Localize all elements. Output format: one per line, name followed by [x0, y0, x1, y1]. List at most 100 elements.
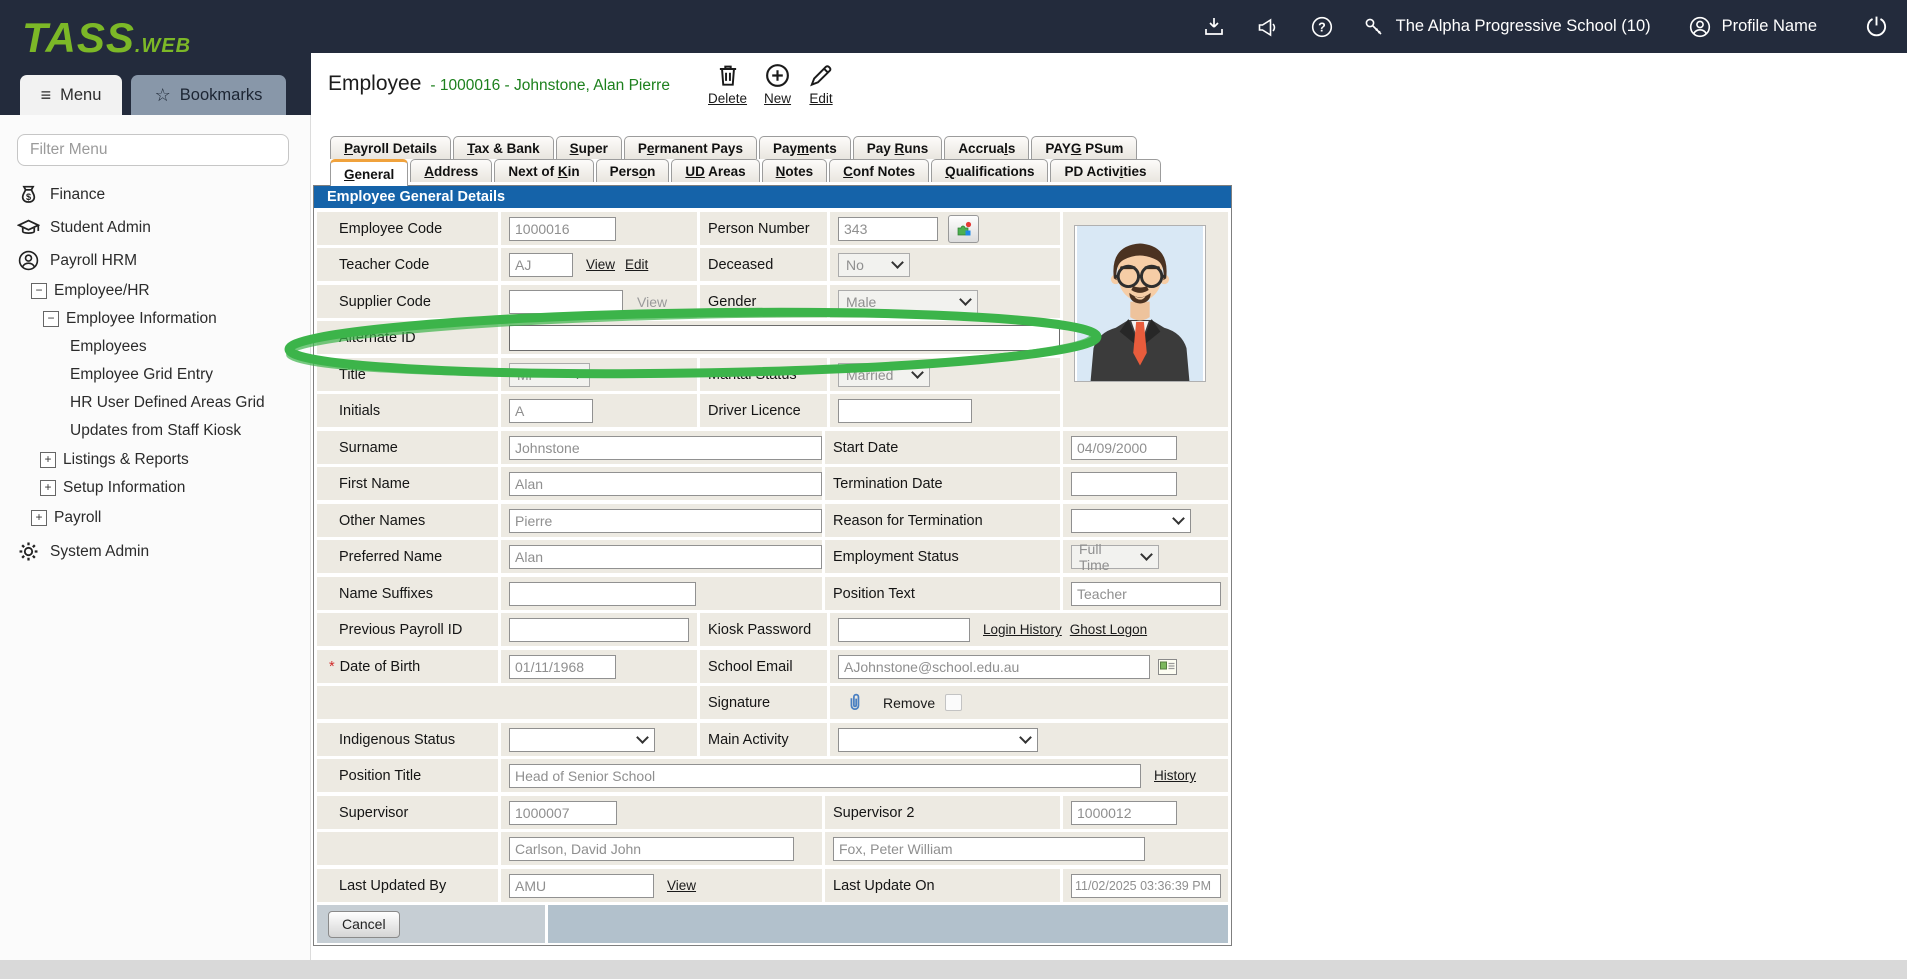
tab-permanent-pays[interactable]: Permanent Pays — [624, 136, 757, 159]
supervisor2-name-input[interactable] — [833, 837, 1145, 861]
driver-licence-input[interactable] — [838, 399, 972, 423]
last-update-on-input[interactable] — [1071, 874, 1221, 898]
marital-status-select[interactable]: Married — [838, 363, 930, 387]
school-email-input[interactable] — [838, 655, 1150, 679]
marital-status-cell: Married — [830, 358, 1060, 391]
collapse-icon[interactable]: − — [43, 311, 59, 327]
deceased-select[interactable]: No — [838, 253, 910, 277]
gender-select[interactable]: Male — [838, 290, 978, 314]
teacher-code-input[interactable] — [509, 253, 573, 277]
teacher-view-link[interactable]: View — [586, 257, 615, 272]
preferred-name-input[interactable] — [509, 545, 822, 569]
tab-notes[interactable]: Notes — [762, 159, 828, 182]
school-selector[interactable]: The Alpha Progressive School (10) — [1361, 14, 1651, 40]
profile-menu[interactable]: Profile Name — [1687, 14, 1817, 40]
employee-code-input[interactable] — [509, 217, 616, 241]
person-number-input[interactable] — [838, 217, 938, 241]
ghost-logon-link[interactable]: Ghost Logon — [1070, 622, 1147, 637]
employment-status-select[interactable]: Full Time — [1071, 545, 1159, 569]
sidebar-item-employee-grid-entry[interactable]: Employee Grid Entry — [0, 361, 311, 388]
tab-tax-bank[interactable]: Tax & Bank — [453, 136, 554, 159]
alternate-id-input[interactable] — [509, 325, 1060, 351]
last-updated-view-link[interactable]: View — [667, 878, 696, 893]
tab-address[interactable]: Address — [410, 159, 492, 182]
delete-button[interactable]: Delete — [708, 62, 747, 106]
new-button[interactable]: New — [764, 62, 791, 106]
surname-input[interactable] — [509, 436, 822, 460]
edit-button[interactable]: Edit — [808, 62, 834, 106]
sidebar-item-student-admin[interactable]: Student Admin — [0, 214, 311, 241]
supervisor-input[interactable] — [509, 801, 617, 825]
initials-input[interactable] — [509, 399, 593, 423]
tab-bookmarks[interactable]: ☆ Bookmarks — [131, 75, 286, 115]
row-name-suffixes: Name Suffixes Position Text — [317, 577, 1228, 610]
tab-pd-activities[interactable]: PD Activities — [1050, 159, 1160, 182]
previous-payroll-id-input[interactable] — [509, 618, 689, 642]
first-name-input[interactable] — [509, 472, 822, 496]
expand-icon[interactable]: + — [31, 510, 47, 526]
sidebar-item-hr-user-defined-areas-grid[interactable]: HR User Defined Areas Grid — [0, 389, 311, 416]
sidebar-item-payroll[interactable]: + Payroll — [0, 504, 311, 531]
tab-menu[interactable]: ≡ Menu — [20, 75, 122, 115]
other-names-input[interactable] — [509, 509, 822, 533]
supervisor2-input[interactable] — [1071, 801, 1177, 825]
title-select[interactable]: Mr — [509, 363, 590, 387]
sidebar-item-listings-reports[interactable]: + Listings & Reports — [0, 446, 311, 473]
expand-icon[interactable]: + — [40, 452, 56, 468]
paperclip-icon[interactable] — [844, 692, 865, 714]
tab-pay-runs[interactable]: Pay Runs — [853, 136, 943, 159]
teacher-edit-link[interactable]: Edit — [625, 257, 648, 272]
tab-payroll-details[interactable]: Payroll Details — [330, 136, 451, 159]
help-icon[interactable]: ? — [1309, 14, 1335, 40]
tab-conf-notes[interactable]: Conf Notes — [829, 159, 929, 182]
tab-ud-areas[interactable]: UD Areas — [671, 159, 759, 182]
position-text-input[interactable] — [1071, 582, 1221, 606]
termination-date-input[interactable] — [1071, 472, 1177, 496]
sidebar: $ Finance Student Admin Payroll HRM − Em… — [0, 115, 311, 960]
email-card-icon[interactable] — [1158, 659, 1177, 675]
indigenous-status-select[interactable] — [509, 728, 655, 752]
filter-menu-input[interactable] — [17, 134, 289, 166]
last-updated-by-input[interactable] — [509, 874, 654, 898]
row-preferred-name: Preferred Name Employment Status Full Ti… — [317, 540, 1228, 573]
megaphone-icon[interactable] — [1255, 14, 1281, 40]
sidebar-item-payroll-hrm[interactable]: Payroll HRM — [0, 247, 311, 274]
sidebar-item-employees[interactable]: Employees — [0, 333, 311, 360]
download-icon[interactable] — [1201, 14, 1227, 40]
name-suffixes-input[interactable] — [509, 582, 696, 606]
sidebar-item-employee-information[interactable]: − Employee Information — [0, 305, 311, 332]
supplier-code-input[interactable] — [509, 290, 623, 314]
tab-general[interactable]: General — [330, 159, 408, 186]
sidebar-item-employee-hr[interactable]: − Employee/HR — [0, 277, 311, 304]
sidebar-item-system-admin[interactable]: System Admin — [0, 538, 311, 565]
tab-payg-psum[interactable]: PAYG PSum — [1031, 136, 1137, 159]
collapse-icon[interactable]: − — [31, 283, 47, 299]
person-number-label: Person Number — [700, 212, 827, 245]
expand-icon[interactable]: + — [40, 480, 56, 496]
tab-qualifications[interactable]: Qualifications — [931, 159, 1048, 182]
kiosk-password-input[interactable] — [838, 618, 970, 642]
tab-super[interactable]: Super — [556, 136, 622, 159]
power-icon[interactable] — [1863, 14, 1889, 40]
supplier-view-disabled: View — [637, 294, 667, 310]
delete-label: Delete — [708, 91, 747, 106]
supervisor-name-input[interactable] — [509, 837, 794, 861]
signature-remove-checkbox[interactable] — [945, 694, 962, 711]
sidebar-item-finance[interactable]: $ Finance — [0, 181, 311, 208]
tab-next-of-kin[interactable]: Next of Kin — [494, 159, 593, 182]
position-title-history-link[interactable]: History — [1154, 768, 1196, 783]
tab-accruals[interactable]: Accruals — [944, 136, 1029, 159]
reason-for-termination-select[interactable] — [1071, 509, 1191, 533]
tab-payments[interactable]: Payments — [759, 136, 851, 159]
position-title-input[interactable] — [509, 764, 1141, 788]
sidebar-item-updates-from-staff-kiosk[interactable]: Updates from Staff Kiosk — [0, 417, 311, 444]
start-date-input[interactable] — [1071, 436, 1177, 460]
cancel-button[interactable]: Cancel — [328, 911, 400, 938]
login-history-link[interactable]: Login History — [983, 622, 1062, 637]
tab-person[interactable]: Person — [596, 159, 670, 182]
position-text-cell — [1063, 577, 1228, 610]
sidebar-item-setup-information[interactable]: + Setup Information — [0, 474, 311, 501]
main-activity-select[interactable] — [838, 728, 1038, 752]
date-of-birth-input[interactable] — [509, 655, 616, 679]
merge-person-button[interactable] — [948, 215, 979, 243]
